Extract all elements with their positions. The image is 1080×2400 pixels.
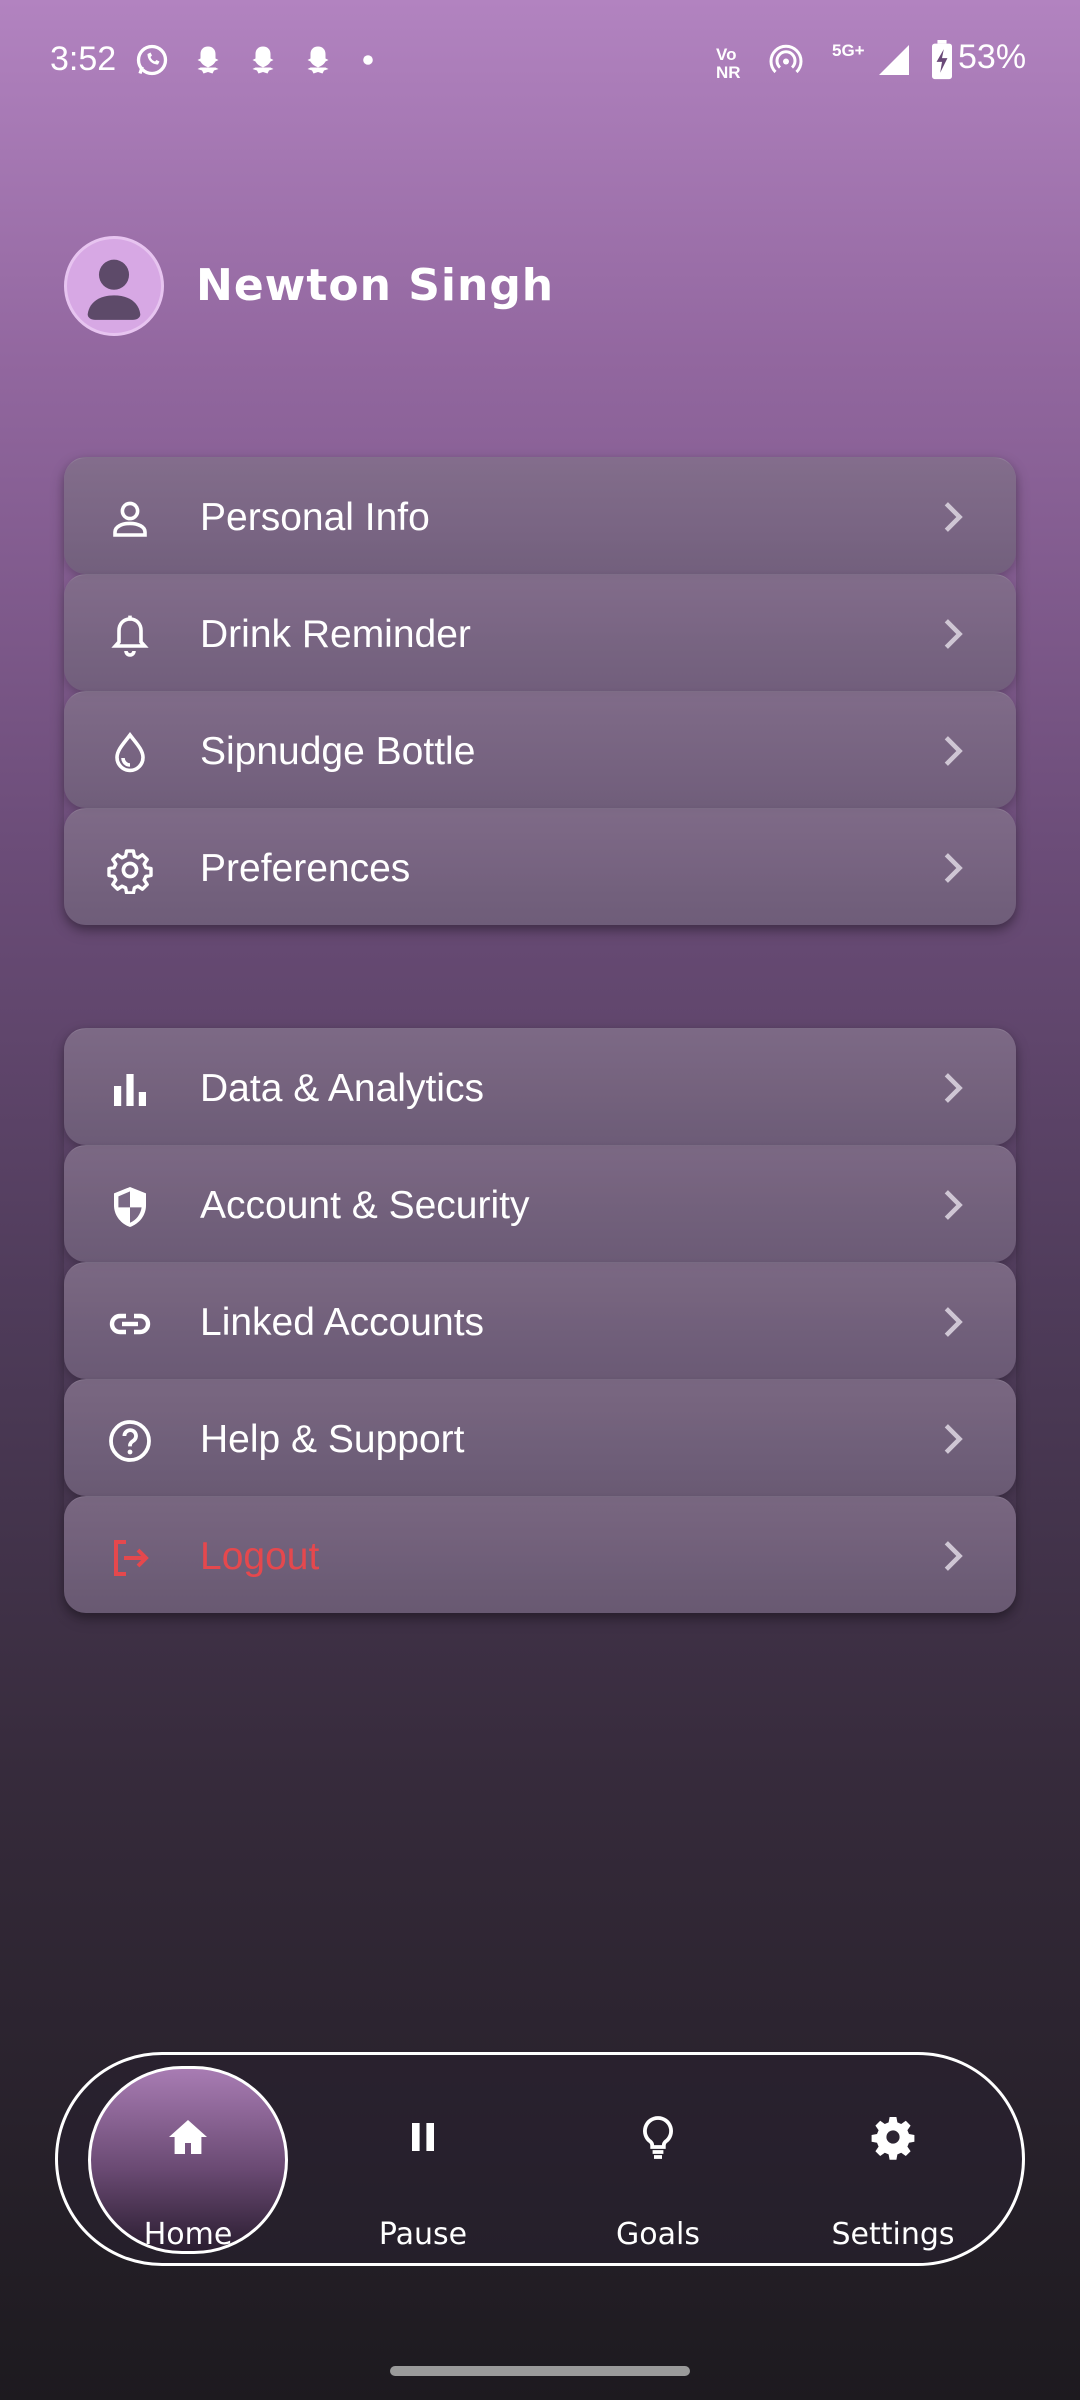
whatsapp-icon [136,44,168,76]
chevron-right-icon [944,736,963,766]
chevron-right-icon [944,853,963,883]
menu-item-account-security[interactable]: Account & Security [64,1145,1016,1262]
status-bar: 3:52 Vo NR 5G+ 53% [0,0,1080,120]
bar-chart-icon [114,1074,146,1106]
menu-item-label: Preferences [200,847,411,890]
chevron-right-icon [944,1307,963,1337]
gear-icon [871,2117,915,2160]
menu-item-label: Account & Security [200,1184,530,1227]
shield-icon [114,1187,146,1227]
snapchat-icon [307,46,329,74]
snapchat-icon [197,46,219,74]
menu-item-preferences[interactable]: Preferences [64,808,1016,925]
avatar[interactable] [64,236,164,336]
chevron-right-icon [944,1073,963,1103]
nav-label: Home [143,2217,233,2252]
status-time: 3:52 [50,40,117,78]
nav-item-home[interactable]: Home [58,2055,318,2269]
nav-label: Goals [616,2217,700,2252]
water-drop-icon [115,732,145,773]
link-icon [109,1313,151,1335]
menu-item-help-support[interactable]: Help & Support [64,1379,1016,1496]
menu-item-label: Sipnudge Bottle [200,730,476,773]
menu-item-label: Logout [200,1535,320,1578]
menu-item-linked-accounts[interactable]: Linked Accounts [64,1262,1016,1379]
nav-label: Settings [831,2217,955,2252]
menu-item-label: Drink Reminder [200,613,471,656]
chevron-right-icon [944,619,963,649]
help-circle-icon [109,1420,151,1462]
person-avatar-icon [87,259,141,320]
chevron-right-icon [944,1190,963,1220]
nav-label: Pause [378,2217,468,2252]
battery-charging-icon [932,40,952,80]
nav-item-pause[interactable]: Pause [323,2055,523,2269]
menu-item-label: Data & Analytics [200,1067,484,1110]
signal-icon [879,45,909,75]
menu-group-profile: Personal Info Drink Reminder Sipnudge Bo… [64,457,1016,925]
menu-item-sipnudge-bottle[interactable]: Sipnudge Bottle [64,691,1016,808]
network-5g-label: 5G+ [832,41,865,60]
menu-item-label: Help & Support [200,1418,465,1461]
user-name: Newton Singh [196,260,555,311]
home-icon [169,2120,207,2154]
bell-icon [111,615,149,657]
menu-item-drink-reminder[interactable]: Drink Reminder [64,574,1016,691]
home-indicator[interactable] [390,2366,690,2376]
snapchat-icon [252,46,274,74]
chevron-right-icon [944,1541,963,1571]
gear-icon [107,849,153,894]
hotspot-icon [769,44,803,74]
lightbulb-icon [643,2116,673,2159]
chevron-right-icon [944,1424,963,1454]
menu-item-label: Linked Accounts [200,1301,485,1344]
person-icon [113,501,147,537]
nav-item-settings[interactable]: Settings [793,2055,993,2269]
logout-icon [114,1540,149,1576]
menu-item-label: Personal Info [200,496,430,539]
menu-item-logout[interactable]: Logout [64,1496,1016,1613]
battery-percent: 53% [958,38,1027,76]
menu-item-data-analytics[interactable]: Data & Analytics [64,1028,1016,1145]
chevron-right-icon [944,502,963,532]
notification-dot-icon [363,55,373,65]
menu-group-account: Data & Analytics Account & Security Link… [64,1028,1016,1613]
volte-label: Vo NR [716,45,741,82]
bottom-nav: Home Pause Goals Settings [55,2052,1025,2266]
pause-icon [412,2123,434,2151]
nav-item-goals[interactable]: Goals [558,2055,758,2269]
menu-item-personal-info[interactable]: Personal Info [64,457,1016,574]
